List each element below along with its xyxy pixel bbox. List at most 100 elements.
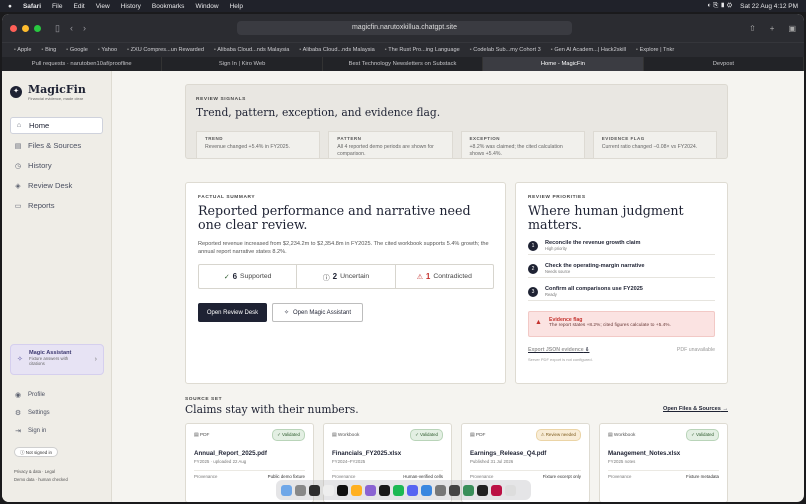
favorite-link[interactable]: Alibaba Cloud...nds Malaysia (214, 47, 289, 53)
footer-note: Demo data · human checked (14, 477, 68, 482)
export-json-link[interactable]: Export JSON evidence ⇩ (528, 347, 589, 353)
sidebar-item-review-desk[interactable]: ◈ Review Desk (10, 177, 103, 194)
dock-app-icon[interactable] (421, 484, 432, 496)
new-tab-icon[interactable]: + (770, 24, 775, 33)
browser-tab[interactable]: Pull requests · narutoben10af/proofline (2, 57, 163, 71)
dock-app-icon[interactable] (477, 484, 488, 496)
sidebar-item-history[interactable]: ◷ History (10, 157, 103, 174)
forward-icon[interactable]: › (83, 23, 86, 33)
provenance-value: Fixture excerpt only (542, 474, 581, 479)
menu-window[interactable]: Window (195, 3, 218, 10)
favorite-link[interactable]: Codelab Sub...my Cohort 3 (470, 47, 540, 53)
browser-tab[interactable]: Best Technology Newsletters on Substack (323, 57, 484, 71)
signal-text: Current ratio changed −0.08× vs FY2024. (601, 144, 698, 150)
favorite-link[interactable]: The Rust Pro...ing Language (385, 47, 460, 53)
favorite-link[interactable]: Gen AI Academ...| Hack2skill (551, 47, 626, 53)
priority-number: 2 (528, 264, 538, 274)
logo[interactable]: ✦ MagicFin Financial evidence, made clea… (10, 83, 103, 101)
source-type: ▤ Workbook (608, 432, 636, 438)
magic-assistant-card[interactable]: ✧ Magic Assistant Fixture answers with c… (10, 344, 104, 375)
nav-icon: ◈ (15, 182, 21, 190)
dock-app-icon[interactable] (309, 484, 320, 496)
dock-app-icon[interactable] (463, 484, 474, 496)
share-icon[interactable]: ⇧ (749, 24, 756, 33)
dock-app-icon[interactable] (435, 484, 446, 496)
sidebar-item-settings[interactable]: ⚙ Settings (10, 405, 104, 420)
source-type-label: Workbook (337, 432, 360, 438)
favorite-link[interactable]: Bing (42, 47, 56, 53)
stat-contradicted[interactable]: ⚠ 1 Contradicted (396, 265, 493, 288)
priority-item[interactable]: 3 Confirm all comparisons use FY2025 Ready (528, 286, 715, 301)
dock-app-icon[interactable] (351, 484, 362, 496)
sidebar-item-label: Settings (28, 409, 50, 416)
browser-tab[interactable]: Home - MagicFin (483, 57, 644, 71)
sidebar-item-profile[interactable]: ◉ Profile (10, 387, 104, 402)
menu-file[interactable]: File (52, 3, 62, 10)
dock-app-icon[interactable] (505, 484, 516, 496)
dock-app-icon[interactable] (337, 484, 348, 496)
factual-body: Reported revenue increased from $2,234.2… (198, 241, 489, 255)
back-icon[interactable]: ‹ (70, 23, 73, 33)
status-icons: ◐ ⎘ ▮ ⚙ (707, 2, 733, 9)
dock-app-icon[interactable] (281, 484, 292, 496)
favorite-link[interactable]: Explore | Tnkr (636, 47, 675, 53)
stat-uncertain[interactable]: ⓘ 2 Uncertain (297, 265, 396, 288)
dock-app-icon[interactable] (295, 484, 306, 496)
tabs-overview-icon[interactable]: ▣ (788, 24, 796, 33)
menu-view[interactable]: View (96, 3, 110, 10)
sidebar-item-sign-in[interactable]: ⇥ Sign in (10, 423, 104, 438)
browser-tab[interactable]: Devpost (644, 57, 804, 71)
dock-app-icon[interactable] (323, 484, 334, 496)
menu-history[interactable]: History (121, 3, 141, 10)
sidebar-toggle-icon[interactable]: ▯ (55, 23, 60, 34)
dock-app-icon[interactable] (379, 484, 390, 496)
browser-toolbar: ▯ ‹ › magicfin.narutoxkillua.chatgpt.sit… (2, 14, 804, 42)
stat-label: Contradicted (433, 273, 472, 280)
dock-app-icon[interactable] (393, 484, 404, 496)
open-files-sources-link[interactable]: Open Files & Sources → (663, 406, 728, 412)
status-badge: ✓ Validated (686, 429, 719, 441)
stat-supported[interactable]: ✓ 6 Supported (199, 265, 298, 288)
minimize-icon[interactable] (22, 24, 29, 32)
zoom-icon[interactable] (34, 24, 41, 32)
dock-app-icon[interactable] (365, 484, 376, 496)
priority-title: Confirm all comparisons use FY2025 (545, 286, 643, 292)
priority-item[interactable]: 1 Reconcile the revenue growth claim High … (528, 240, 715, 255)
open-review-desk-button[interactable]: Open Review Desk (198, 303, 267, 322)
menu-bookmarks[interactable]: Bookmarks (152, 3, 185, 10)
dock-app-icon[interactable] (491, 484, 502, 496)
dock-app-icon[interactable] (407, 484, 418, 496)
favorite-link[interactable]: ZXU Compres...un Rewarded (127, 47, 204, 53)
provenance-label: Provenance (332, 474, 356, 479)
signals-kicker: REVIEW SIGNALS (196, 97, 246, 102)
favorite-link[interactable]: Apple (14, 47, 31, 53)
logo-subtitle: Financial evidence, made clear (28, 96, 84, 101)
menu-edit[interactable]: Edit (74, 3, 85, 10)
source-card[interactable]: ▤ Workbook ✓ Validated Management_Notes.xl… (599, 423, 728, 502)
stat-label: Uncertain (340, 273, 370, 280)
sidebar-item-files-sources[interactable]: ▤ Files & Sources (10, 137, 103, 154)
apple-menu-icon[interactable]: ● (8, 3, 12, 10)
footer-links[interactable]: Privacy & data · Legal (14, 469, 55, 474)
provenance-label: Provenance (194, 474, 218, 479)
sidebar-item-label: History (28, 161, 52, 170)
browser-tab[interactable]: Sign In | Kiro Web (162, 57, 323, 71)
close-icon[interactable] (10, 24, 17, 32)
favorites-bar: Apple Bing Google Yahoo ZXU Compres...un Rew… (2, 42, 804, 57)
address-bar[interactable]: magicfin.narutoxkillua.chatgpt.site (237, 21, 572, 35)
open-magic-assistant-button[interactable]: ✧ Open Magic Assistant (272, 303, 363, 322)
favorite-link[interactable]: Yahoo (98, 47, 117, 53)
priority-item[interactable]: 2 Check the operating-margin narrative Nee… (528, 263, 715, 278)
menu-help[interactable]: Help (230, 3, 243, 10)
sidebar-item-reports[interactable]: ▭ Reports (10, 197, 103, 214)
favorite-link[interactable]: Google (66, 47, 88, 53)
stat-icon: ✓ (223, 273, 230, 281)
provenance-value: Human-verified cells (403, 474, 443, 479)
sidebar-item-label: Files & Sources (28, 141, 82, 150)
source-type-label: PDF (199, 432, 210, 438)
sidebar-item-home[interactable]: ⌂ Home (10, 117, 103, 134)
factual-kicker: FACTUAL SUMMARY (198, 195, 256, 200)
favorite-link[interactable]: Alibaba Cloud...nds Malaysia (299, 47, 375, 53)
dock-app-icon[interactable] (449, 484, 460, 496)
app-menu[interactable]: Safari (23, 3, 41, 10)
